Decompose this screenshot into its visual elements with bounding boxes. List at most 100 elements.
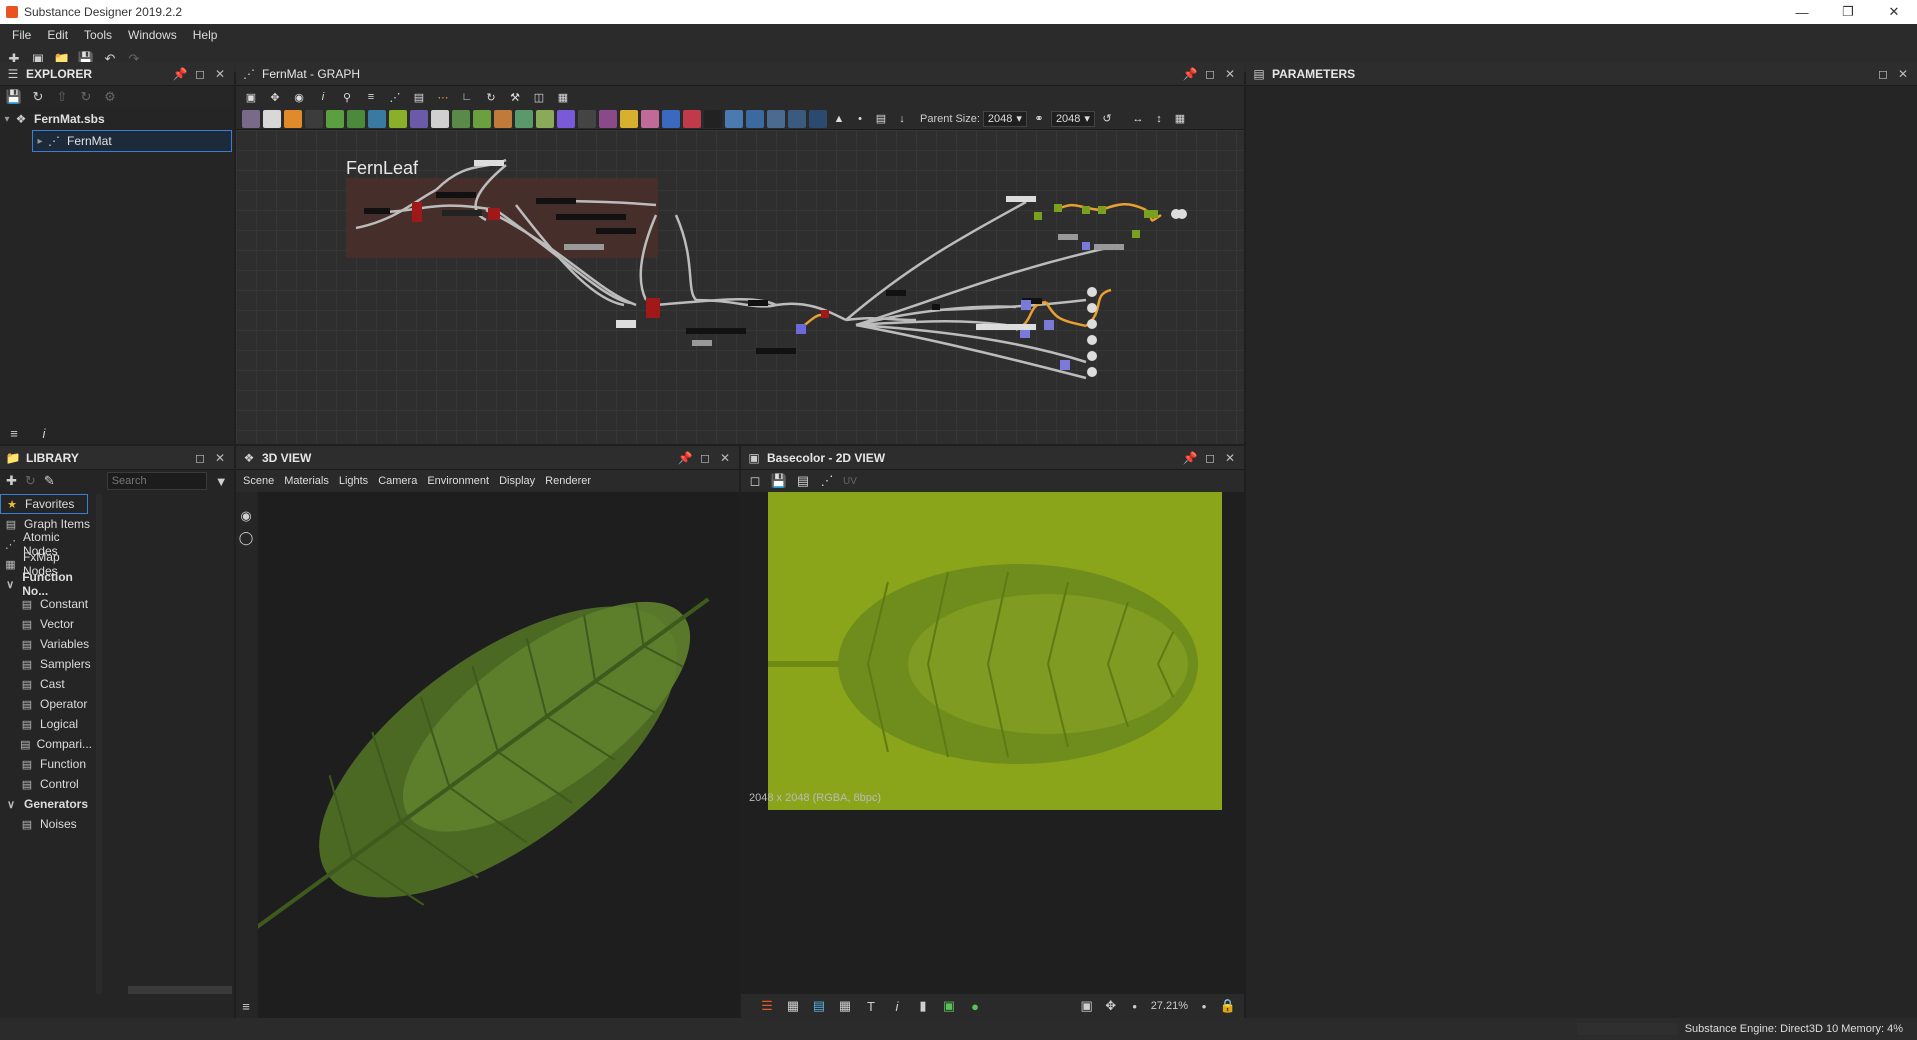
pan-icon[interactable]: ✥	[1103, 998, 1119, 1014]
float-icon[interactable]: ◻	[697, 450, 713, 466]
output-size-select[interactable]: 2048 ▾	[1050, 110, 1095, 127]
tree-graph-row[interactable]: ▸ ⋰ FernMat	[32, 130, 232, 152]
documents-icon[interactable]: ▤	[410, 88, 428, 106]
close-icon[interactable]: ✕	[1222, 66, 1238, 82]
input-icon[interactable]	[725, 109, 743, 128]
connector-icon[interactable]: ∟	[458, 88, 476, 106]
filter-icon[interactable]: ▼	[215, 473, 228, 489]
maximize-button[interactable]: ❐	[1825, 0, 1871, 24]
fx-map-icon[interactable]	[620, 109, 638, 128]
text-icon[interactable]: T	[863, 998, 879, 1014]
layers-icon[interactable]: ☰	[759, 998, 775, 1014]
dot-icon[interactable]: •	[851, 110, 869, 128]
noise-icon[interactable]	[578, 109, 596, 128]
hierarchy-icon[interactable]: ≡	[238, 998, 254, 1014]
transform-icon[interactable]	[410, 109, 428, 128]
menu-camera[interactable]: Camera	[373, 475, 422, 487]
shuffle-icon[interactable]	[305, 109, 323, 128]
menu-environment[interactable]: Environment	[422, 475, 494, 487]
reset-icon[interactable]: ↺	[1098, 110, 1116, 128]
tiling-icon[interactable]: ▦	[837, 998, 853, 1014]
color-sphere-icon[interactable]: ●	[967, 998, 983, 1014]
text-icon[interactable]	[641, 109, 659, 128]
library-category-function-nodes[interactable]: ∨ Function No...	[0, 570, 92, 598]
close-icon[interactable]: ✕	[1895, 66, 1911, 82]
float-icon[interactable]: ◻	[1875, 66, 1891, 82]
export-icon[interactable]: ▤	[872, 110, 890, 128]
close-icon[interactable]: ✕	[212, 66, 228, 82]
link-icon[interactable]: ⋯	[434, 88, 452, 106]
screenshot-icon[interactable]: ◉	[290, 88, 308, 106]
library-item-constant[interactable]: ▤ Constant	[0, 594, 92, 614]
output-icon[interactable]	[746, 109, 764, 128]
menu-windows[interactable]: Windows	[120, 28, 185, 42]
float-icon[interactable]: ◻	[1202, 450, 1218, 466]
float-icon[interactable]: ◻	[192, 450, 208, 466]
library-item-control[interactable]: ▤ Control	[0, 774, 92, 794]
hsl-icon[interactable]	[347, 109, 365, 128]
pin-icon[interactable]: 📌	[1182, 66, 1198, 82]
menu-file[interactable]: File	[4, 28, 39, 42]
library-item-operator[interactable]: ▤ Operator	[0, 694, 92, 714]
library-item-cast[interactable]: ▤ Cast	[0, 674, 92, 694]
library-horizontal-scrollbar[interactable]	[128, 986, 232, 994]
copy-icon[interactable]: ◻	[747, 473, 763, 489]
library-category-favorites[interactable]: ★ Favorites	[0, 494, 88, 514]
library-item-variables[interactable]: ▤ Variables	[0, 634, 92, 654]
history-icon[interactable]: ↻	[482, 88, 500, 106]
pin-icon[interactable]: 📌	[1182, 450, 1198, 466]
close-icon[interactable]: ✕	[1222, 450, 1238, 466]
menu-renderer[interactable]: Renderer	[540, 475, 596, 487]
blend-icon[interactable]	[368, 109, 386, 128]
distribute-icon[interactable]: ▦	[1171, 110, 1189, 128]
lock-icon[interactable]: 🔒	[1220, 998, 1236, 1014]
zoom-level[interactable]: 27.21%	[1151, 1000, 1188, 1012]
library-item-function[interactable]: ▤ Function	[0, 754, 92, 774]
reload-icon[interactable]: ↻	[78, 89, 94, 105]
pin-node-icon[interactable]	[809, 109, 827, 128]
chevron-down-icon[interactable]: ▾	[0, 114, 14, 125]
menu-tools[interactable]: Tools	[76, 28, 120, 42]
menu-scene[interactable]: Scene	[238, 475, 279, 487]
clipboard-icon[interactable]: ▤	[795, 473, 811, 489]
library-item-vector[interactable]: ▤ Vector	[0, 614, 92, 634]
menu-materials[interactable]: Materials	[279, 475, 334, 487]
save-package-icon[interactable]: 💾	[6, 89, 22, 105]
align-icon[interactable]: ≡	[362, 88, 380, 106]
library-item-samplers[interactable]: ▤ Samplers	[0, 654, 92, 674]
tools-icon[interactable]: ⚒	[506, 88, 524, 106]
parent-size-select[interactable]: 2048 ▾	[982, 110, 1027, 127]
view2d-viewport[interactable]: 2048 x 2048 (RGBA, 8bpc)	[741, 492, 1244, 994]
publish-icon[interactable]: ⇧	[54, 89, 70, 105]
info-icon[interactable]: i	[314, 88, 332, 106]
library-item-logical[interactable]: ▤ Logical	[0, 714, 92, 734]
graph-canvas[interactable]: FernLeaf	[236, 130, 1244, 444]
float-icon[interactable]: ◻	[1202, 66, 1218, 82]
distance-icon[interactable]	[662, 109, 680, 128]
emboss-icon[interactable]	[536, 109, 554, 128]
float-icon[interactable]: ◻	[192, 66, 208, 82]
refresh-icon[interactable]: ↻	[25, 473, 36, 489]
frame-selected-icon[interactable]: ✥	[266, 88, 284, 106]
align-vertical-icon[interactable]: ↕	[1150, 110, 1168, 128]
align-horizontal-icon[interactable]: ↔	[1129, 110, 1147, 128]
menu-help[interactable]: Help	[185, 28, 226, 42]
histogram-icon[interactable]: ▮	[915, 998, 931, 1014]
levels-icon[interactable]	[284, 109, 302, 128]
info-icon[interactable]: i	[889, 998, 905, 1014]
directional-warp-icon[interactable]	[683, 109, 701, 128]
camera-icon[interactable]: ◉	[238, 508, 254, 524]
checker-icon[interactable]: ▦	[785, 998, 801, 1014]
comment-icon[interactable]	[767, 109, 785, 128]
uv-dropdown[interactable]: UV	[843, 476, 857, 487]
fit-icon[interactable]: ▣	[1079, 998, 1095, 1014]
new-folder-icon[interactable]: ✚	[6, 473, 17, 489]
tree-package-row[interactable]: ▾ ❖ FernMat.sbs	[0, 108, 234, 130]
frame-icon[interactable]: ◫	[530, 88, 548, 106]
gradient-icon[interactable]	[557, 109, 575, 128]
value-processor-icon[interactable]	[704, 109, 722, 128]
bitmap-node-icon[interactable]	[242, 109, 260, 128]
frame-node-icon[interactable]	[788, 109, 806, 128]
frame-all-icon[interactable]: ▣	[242, 88, 260, 106]
normal-icon[interactable]	[452, 109, 470, 128]
